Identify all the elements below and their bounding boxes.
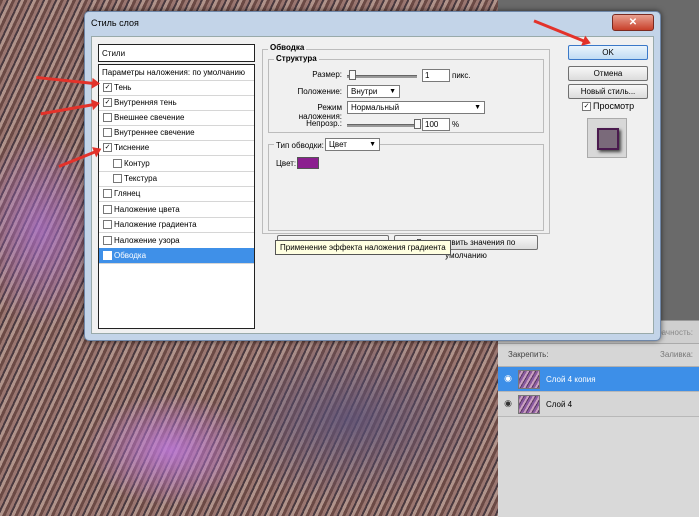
style-item[interactable]: ✓ Обводка <box>99 248 254 264</box>
blend-mode-select[interactable]: Нормальный ▼ <box>347 101 485 114</box>
style-item[interactable]: Внутреннее свечение <box>99 125 254 141</box>
size-slider[interactable] <box>347 75 417 78</box>
fill-label: Заливка: <box>659 350 693 359</box>
size-unit: пикс. <box>452 71 471 80</box>
opacity-slider-knob[interactable] <box>414 119 421 129</box>
style-item-label: Текстура <box>124 174 158 183</box>
layer-row[interactable]: ◉ Слой 4 копия <box>498 367 699 392</box>
new-style-button[interactable]: Новый стиль... <box>568 84 648 99</box>
opacity-input[interactable]: 100 <box>422 118 450 131</box>
style-checkbox[interactable] <box>103 113 112 122</box>
style-checkbox[interactable] <box>103 128 112 137</box>
style-item-label: Обводка <box>114 251 147 260</box>
layers-lock-row: Закрепить: Заливка: <box>498 344 699 367</box>
size-label: Размер: <box>312 70 342 79</box>
style-item-label: Наложение цвета <box>114 205 180 214</box>
style-item[interactable]: Контур <box>99 156 254 172</box>
preview-checkbox[interactable]: ✓ <box>582 102 591 111</box>
layer-thumbnail <box>518 370 540 389</box>
chevron-down-icon: ▼ <box>369 141 376 148</box>
position-select[interactable]: Внутри ▼ <box>347 85 400 98</box>
ok-button[interactable]: OK <box>568 45 648 60</box>
style-checkbox[interactable] <box>103 189 112 198</box>
style-checkbox[interactable]: ✓ <box>103 83 112 92</box>
chevron-down-icon: ▼ <box>389 88 396 95</box>
style-checkbox[interactable]: ✓ <box>103 143 112 152</box>
opacity-slider[interactable] <box>347 124 417 127</box>
style-item[interactable]: Глянец <box>99 186 254 202</box>
size-input[interactable]: 1 <box>422 69 450 82</box>
style-item[interactable]: Наложение узора <box>99 233 254 249</box>
style-checkbox[interactable] <box>113 174 122 183</box>
dialog-titlebar[interactable]: Стиль слоя ✕ <box>85 12 660 34</box>
style-item-label: Контур <box>124 159 150 168</box>
style-preview-thumbnail <box>587 118 627 158</box>
lock-label: Закрепить: <box>508 350 549 359</box>
style-item-label: Наложение градиента <box>114 220 197 229</box>
style-item-label: Глянец <box>114 189 141 198</box>
fill-type-value: Цвет <box>329 140 347 149</box>
layer-thumbnail <box>518 395 540 414</box>
style-checkbox[interactable] <box>103 220 112 229</box>
style-checkbox[interactable] <box>103 236 112 245</box>
style-item-label: Тень <box>114 83 132 92</box>
styles-header[interactable]: Стили <box>98 44 255 62</box>
style-item-label: Параметры наложения: по умолчанию <box>102 68 245 77</box>
style-item[interactable]: ✓ Тиснение <box>99 140 254 156</box>
style-item-label: Внутренняя тень <box>114 98 177 107</box>
style-item[interactable]: Параметры наложения: по умолчанию <box>99 65 254 81</box>
size-slider-knob[interactable] <box>349 70 356 80</box>
style-item[interactable]: Наложение цвета <box>99 202 254 218</box>
layer-name: Слой 4 <box>546 400 573 409</box>
style-item[interactable]: Текстура <box>99 171 254 187</box>
eye-icon[interactable]: ◉ <box>502 399 514 408</box>
style-checkbox[interactable] <box>113 159 122 168</box>
style-item[interactable]: Наложение градиента <box>99 217 254 233</box>
preview-label: Просмотр <box>593 101 635 111</box>
close-button[interactable]: ✕ <box>612 14 654 31</box>
style-checkbox[interactable]: ✓ <box>103 98 112 107</box>
dialog-title: Стиль слоя <box>91 18 139 28</box>
style-item-label: Наложение узора <box>114 236 180 245</box>
opacity-unit: % <box>452 120 460 129</box>
color-swatch[interactable] <box>297 157 319 169</box>
layer-row[interactable]: ◉ Слой 4 <box>498 392 699 417</box>
fill-type-label: Тип обводки: <box>274 141 326 150</box>
dialog-body: Стили Параметры наложения: по умолчанию ✓… <box>91 36 654 334</box>
style-checkbox[interactable] <box>103 205 112 214</box>
eye-icon[interactable]: ◉ <box>502 374 514 383</box>
position-value: Внутри <box>351 87 378 96</box>
position-label: Положение: <box>297 87 343 96</box>
stroke-title: Обводка <box>268 43 307 52</box>
structure-title: Структура <box>274 54 319 63</box>
styles-list: Параметры наложения: по умолчанию ✓ Тень ✓ В… <box>98 64 255 329</box>
color-label: Цвет: <box>276 159 297 168</box>
style-item[interactable]: ✓ Тень <box>99 80 254 96</box>
style-item-label: Внешнее свечение <box>114 113 185 122</box>
cancel-button[interactable]: Отмена <box>568 66 648 81</box>
style-item[interactable]: ✓ Внутренняя тень <box>99 95 254 111</box>
layer-name: Слой 4 копия <box>546 375 596 384</box>
tooltip: Применение эффекта наложения градиента <box>275 240 451 255</box>
opacity-label: Непрозр.: <box>306 119 342 128</box>
style-checkbox[interactable]: ✓ <box>103 251 112 260</box>
preview-swatch <box>597 128 619 150</box>
styles-header-label: Стили <box>102 49 126 58</box>
style-item[interactable]: Внешнее свечение <box>99 110 254 126</box>
fill-type-select[interactable]: Цвет ▼ <box>325 138 380 151</box>
opacity-label: рачность: <box>657 328 693 337</box>
chevron-down-icon: ▼ <box>474 104 481 111</box>
layers-panel: рачность: Закрепить: Заливка: ◉ Слой 4 к… <box>498 320 699 517</box>
style-item-label: Внутреннее свечение <box>114 128 195 137</box>
layer-style-dialog: Стиль слоя ✕ Стили Параметры наложения: … <box>84 11 661 341</box>
blend-mode-value: Нормальный <box>351 103 400 112</box>
style-item-label: Тиснение <box>114 143 150 152</box>
